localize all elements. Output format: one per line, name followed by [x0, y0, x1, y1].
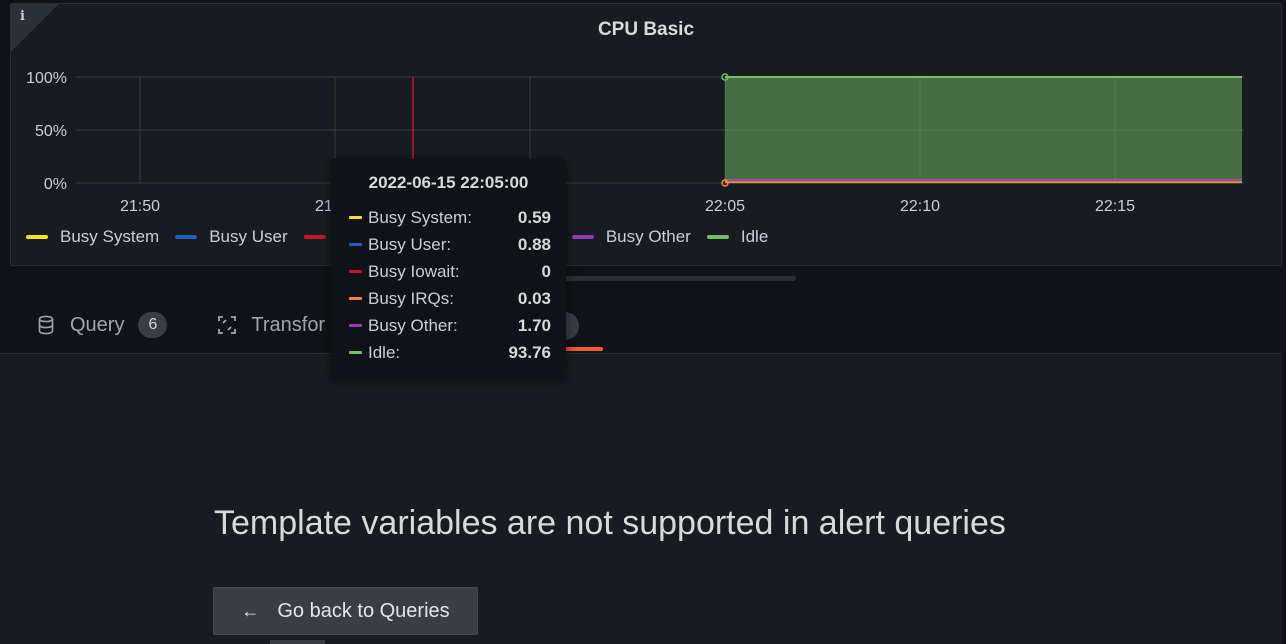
tooltip-swatch — [349, 270, 362, 273]
tooltip-swatch — [349, 297, 362, 300]
tooltip-label: Busy System: — [368, 207, 472, 227]
tooltip-rows: Busy System: 0.59 Busy User: 0.88 Busy Iowai… — [349, 204, 551, 366]
tooltip-value: 0.88 — [517, 234, 551, 254]
legend-item[interactable]: Busy User — [175, 227, 288, 247]
tooltip-label: Busy User: — [368, 234, 452, 254]
active-tab-indicator — [563, 347, 603, 351]
tooltip-row: Busy IRQs: 0.03 — [349, 285, 551, 312]
tooltip-value: 93.76 — [508, 342, 551, 362]
arrow-left-icon: ← — [241, 600, 260, 621]
legend-label: Busy Other — [605, 227, 691, 246]
legend-item[interactable]: Idle — [706, 227, 769, 247]
tooltip-time: 2022-06-15 22:05:00 — [368, 173, 529, 192]
query-count-badge: 6 — [138, 312, 168, 338]
tooltip-swatch — [349, 243, 362, 246]
tooltip-swatch — [349, 351, 362, 354]
tooltip-swatch — [349, 324, 362, 327]
bottom-scroll-indicator — [270, 640, 325, 644]
legend-label: Busy System — [60, 227, 160, 246]
area-idle — [725, 77, 1242, 180]
legend-swatch — [175, 235, 198, 239]
tooltip-label: Busy Other: — [368, 315, 458, 335]
x-tick-label: 22:10 — [900, 198, 940, 215]
tab-transform-label: Transfor — [251, 313, 326, 336]
query-editor-area — [0, 353, 1282, 644]
query-tabs: Query 6 Transfor — [36, 305, 375, 345]
database-icon — [38, 315, 54, 335]
unsupported-message: Template variables are not supported in … — [214, 504, 1006, 542]
legend-swatch — [571, 235, 594, 239]
panel-resize-handle[interactable] — [563, 276, 796, 281]
tooltip-value: 0 — [541, 261, 551, 281]
tooltip-swatch — [349, 216, 362, 219]
back-button-label: Go back to Queries — [277, 599, 450, 622]
tooltip-row: Busy Other: 1.70 — [349, 312, 551, 339]
legend-swatch — [26, 235, 48, 239]
tab-query-label: Query — [70, 313, 125, 336]
tooltip-row: Busy Iowait: 0 — [349, 258, 551, 285]
tooltip-label: Idle: — [368, 342, 401, 362]
tooltip-row: Idle: 93.76 — [349, 339, 551, 366]
tab-query[interactable]: Query 6 — [36, 312, 168, 338]
y-tick-label: 0% — [44, 176, 67, 193]
tooltip-label: Busy IRQs: — [368, 288, 454, 308]
go-back-to-queries-button[interactable]: ← Go back to Queries — [213, 587, 478, 635]
x-tick-label: 21:50 — [120, 198, 160, 215]
y-tick-label: 100% — [26, 70, 67, 87]
tooltip-value: 1.70 — [517, 315, 551, 335]
legend-item[interactable]: Busy Other — [571, 227, 691, 247]
tooltip-row: Busy System: 0.59 — [349, 204, 551, 231]
legend-item[interactable]: Busy System — [26, 227, 159, 247]
legend-label: Busy User — [209, 227, 288, 246]
transform-icon — [218, 316, 237, 334]
chart-tooltip: 2022-06-15 22:05:00 Busy System: 0.59 Busy… — [331, 159, 566, 378]
legend-swatch — [706, 235, 729, 239]
x-tick-label: 22:05 — [705, 198, 745, 215]
legend-swatch — [303, 235, 326, 239]
tab-transform[interactable]: Transfor — [217, 314, 325, 337]
tooltip-value: 0.03 — [517, 288, 551, 308]
y-tick-label: 50% — [35, 123, 67, 140]
tooltip-label: Busy Iowait: — [368, 261, 460, 281]
tooltip-row: Busy User: 0.88 — [349, 231, 551, 258]
legend-label: Idle — [740, 227, 769, 246]
x-tick-label: 22:15 — [1095, 198, 1135, 215]
tooltip-value: 0.59 — [517, 207, 551, 227]
